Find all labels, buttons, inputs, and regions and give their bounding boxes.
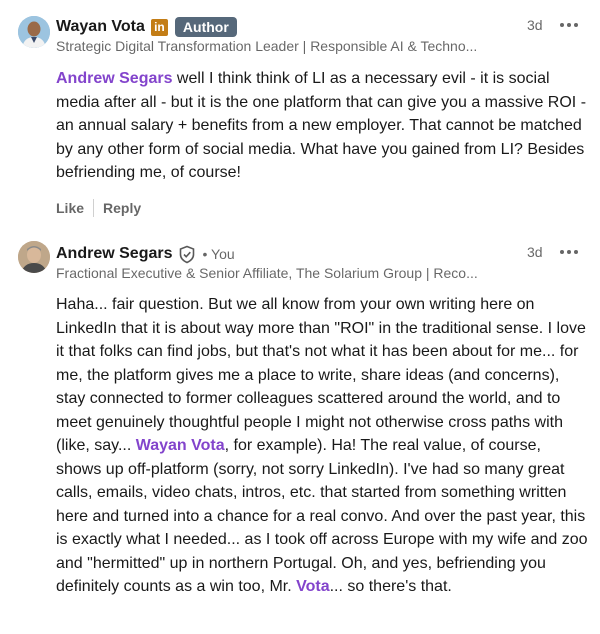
comment-actions: Like Reply (56, 199, 141, 217)
comment-text: , for example). Ha! The real value, of c… (56, 437, 588, 595)
author-name-row: Wayan Vota in Author (56, 16, 237, 38)
reply-button[interactable]: Reply (103, 200, 141, 216)
linkedin-icon: in (150, 18, 168, 36)
mention-link[interactable]: Vota (296, 578, 329, 595)
you-label: • You (202, 246, 235, 262)
comment-body: Haha... fair question. But we all know f… (56, 293, 590, 599)
author-badge: Author (174, 17, 237, 37)
like-button[interactable]: Like (56, 200, 84, 216)
timestamp: 3d (527, 17, 543, 33)
verified-shield-icon (178, 245, 196, 264)
mention-link[interactable]: Andrew Segars (56, 70, 172, 87)
avatar[interactable] (18, 16, 50, 48)
author-name-row: Andrew Segars • You (56, 243, 235, 265)
mention-link[interactable]: Wayan Vota (136, 437, 225, 454)
author-headline: Strategic Digital Transformation Leader … (56, 38, 478, 54)
more-options-icon[interactable] (560, 20, 578, 30)
avatar[interactable] (18, 241, 50, 273)
author-headline: Fractional Executive & Senior Affiliate,… (56, 265, 478, 281)
timestamp: 3d (527, 244, 543, 260)
more-options-icon[interactable] (560, 247, 578, 257)
comment-body: Andrew Segars well I think think of LI a… (56, 67, 586, 185)
action-divider (93, 199, 95, 217)
comment-text: ... so there's that. (329, 578, 452, 595)
author-name[interactable]: Andrew Segars (56, 245, 172, 263)
comment-text: Haha... fair question. But we all know f… (56, 296, 586, 454)
author-name[interactable]: Wayan Vota (56, 18, 145, 36)
